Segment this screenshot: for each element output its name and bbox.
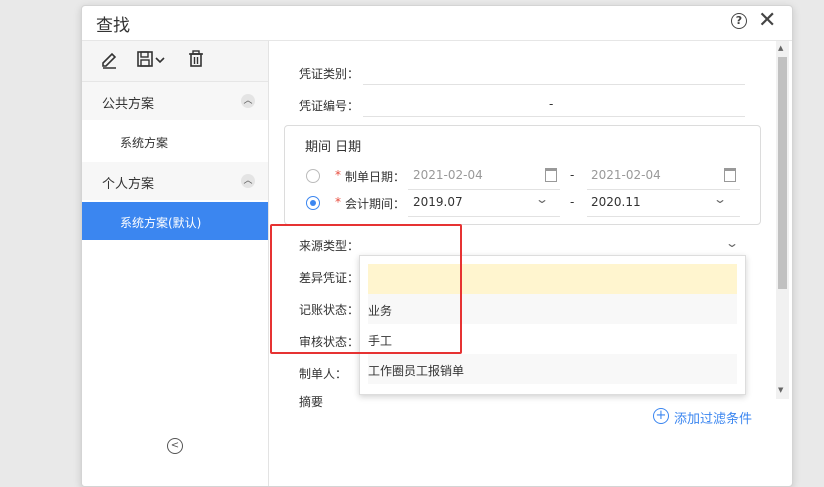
- add-filter-label: 添加过滤条件: [674, 412, 753, 427]
- chevron-down-icon[interactable]: ⌄: [725, 236, 739, 250]
- chevron-down-icon[interactable]: ⌄: [713, 192, 727, 206]
- scheme-label: 系统方案: [120, 136, 169, 150]
- radio-creation-date[interactable]: [306, 169, 320, 183]
- period-from-select[interactable]: 2019.07: [413, 195, 463, 209]
- scrollbar-thumb[interactable]: [778, 57, 787, 289]
- back-circle-icon[interactable]: <: [167, 438, 183, 454]
- edit-icon[interactable]: [100, 49, 118, 69]
- dialog-title: 查找: [96, 16, 130, 36]
- field-underline: [363, 116, 745, 117]
- row-accounting-period: * 会计期间： 2019.07 ⌄ - 2020.11 ⌄: [285, 189, 760, 217]
- scheme-item-system-default[interactable]: 系统方案(默认): [82, 202, 268, 240]
- required-mark: *: [335, 168, 341, 182]
- required-mark: *: [335, 195, 341, 209]
- period-to-select[interactable]: 2020.11: [591, 195, 641, 209]
- annotation-highlight-box: [270, 224, 462, 354]
- scheme-sidebar: 公共方案 ︿ 系统方案 个人方案 ︿ 系统方案(默认) <: [82, 41, 269, 486]
- question-circle-icon[interactable]: ?: [731, 13, 747, 29]
- field-label: 摘要: [299, 395, 324, 409]
- row-creation-date: * 制单日期： 2021-02-04 - 2021-02-04: [285, 162, 760, 190]
- field-voucher-no[interactable]: 凭证编号： -: [299, 87, 745, 117]
- field-label: 凭证编号：: [299, 99, 360, 113]
- scheme-item-system[interactable]: 系统方案: [82, 122, 268, 160]
- calendar-icon[interactable]: [724, 168, 736, 182]
- date-to-input[interactable]: 2021-02-04: [591, 168, 661, 182]
- period-title: 期间 日期: [305, 140, 362, 155]
- vertical-scrollbar[interactable]: ▲ ▼: [776, 41, 789, 399]
- close-icon[interactable]: ✕: [758, 8, 776, 34]
- range-separator: -: [549, 97, 554, 111]
- group-public-schemes[interactable]: 公共方案 ︿: [82, 82, 268, 120]
- save-icon[interactable]: [136, 49, 154, 69]
- radio-accounting-period[interactable]: [306, 196, 320, 210]
- range-separator: -: [570, 168, 575, 182]
- field-underline: [363, 84, 745, 85]
- range-separator: -: [570, 195, 575, 209]
- field-voucher-type[interactable]: 凭证类别：: [299, 55, 745, 85]
- plus-circle-icon: +: [653, 408, 669, 424]
- group-label: 公共方案: [102, 97, 155, 112]
- group-label: 个人方案: [102, 177, 155, 192]
- dialog-titlebar: 查找 ? ✕: [82, 6, 792, 41]
- chevron-up-icon[interactable]: ︿: [241, 174, 255, 188]
- field-label: 凭证类别：: [299, 67, 360, 81]
- period-from-underline: [408, 216, 560, 217]
- scheme-label: 系统方案(默认): [120, 216, 202, 230]
- scheme-toolbar: [82, 41, 268, 82]
- dropdown-chevron-icon[interactable]: [154, 49, 166, 69]
- group-personal-schemes[interactable]: 个人方案 ︿: [82, 162, 268, 200]
- period-label: 会计期间：: [345, 197, 406, 211]
- scroll-down-arrow-icon[interactable]: ▼: [778, 386, 783, 394]
- calendar-icon[interactable]: [545, 168, 557, 182]
- chevron-up-icon[interactable]: ︿: [241, 94, 255, 108]
- dropdown-option[interactable]: 工作圈员工报销单: [368, 354, 737, 384]
- option-label: 工作圈员工报销单: [368, 364, 465, 378]
- chevron-down-icon[interactable]: ⌄: [535, 192, 549, 206]
- scroll-up-arrow-icon[interactable]: ▲: [778, 44, 783, 52]
- date-label: 制单日期：: [345, 170, 406, 184]
- period-date-box: 期间 日期 * 制单日期： 2021-02-04 - 2021-02-04 * …: [284, 125, 761, 225]
- delete-icon[interactable]: [187, 49, 205, 69]
- period-to-underline: [587, 216, 740, 217]
- date-from-input[interactable]: 2021-02-04: [413, 168, 483, 182]
- field-label: 制单人：: [299, 367, 348, 381]
